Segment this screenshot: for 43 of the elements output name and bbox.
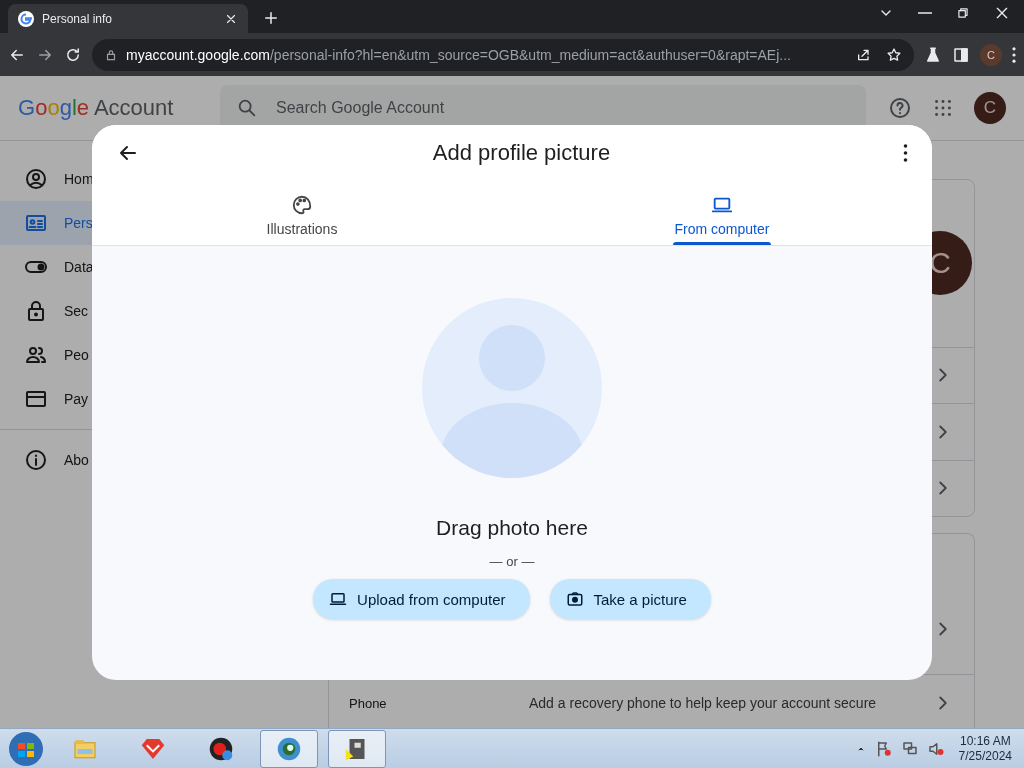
row-value: Add a recovery phone to help keep your account secure (529, 695, 878, 711)
sidebar-item[interactable]: Abo (0, 438, 280, 482)
account-avatar[interactable]: C (974, 92, 1006, 124)
more-vertical-icon[interactable] (1012, 46, 1016, 63)
info-icon (24, 448, 48, 472)
reload-icon (64, 45, 82, 64)
google-logo-icon (18, 10, 34, 27)
more-button[interactable] (903, 144, 908, 162)
sidebar-item[interactable]: Pay (0, 377, 280, 421)
restore-icon (956, 5, 970, 20)
drop-zone-text: Drag photo here (436, 516, 588, 540)
google-account-logo[interactable]: Google Account (18, 95, 198, 121)
account-circle-icon (24, 167, 48, 191)
sidebar-item[interactable]: Data (0, 245, 280, 289)
camera-icon (565, 590, 584, 608)
tab-title: Personal info (42, 11, 114, 26)
plus-icon (262, 9, 280, 27)
laptop-icon (329, 590, 348, 608)
help-icon (888, 96, 912, 120)
camera-button[interactable]: Take a picture (549, 579, 711, 619)
taskbar-app[interactable] (328, 729, 386, 768)
profile-avatar[interactable]: C (980, 43, 1002, 66)
sidebar-item[interactable]: Peo (0, 333, 280, 377)
sidebar-item[interactable]: Sec (0, 289, 280, 333)
apps-grid-icon (932, 97, 954, 119)
address-bar[interactable]: myaccount.google.com/personal-info?hl=en&utm_source=OGB&utm_medium=act&authuser=0&rapt=AEj... (92, 38, 914, 71)
browser-tab[interactable]: Personal info (8, 4, 248, 33)
row-label: Phone (349, 695, 388, 711)
url-text: myaccount.google.com/personal-info?hl=en&utm_source=OGB&utm_medium=act&authuser=0&rapt=AEj... (126, 46, 791, 63)
taskbar-app[interactable] (260, 729, 318, 768)
or-divider-text: — or — (489, 554, 535, 569)
minimize-icon[interactable] (918, 11, 932, 14)
lock-icon (104, 47, 118, 62)
search-icon (236, 97, 258, 119)
flask-icon (924, 45, 942, 64)
side-panel-icon (952, 45, 970, 64)
star-icon (886, 46, 902, 63)
clock[interactable]: 10:16 AM 7/25/2024 (952, 733, 1018, 764)
dialog-tab[interactable]: Illustrations (92, 181, 512, 245)
upload-button[interactable]: Upload from computer (313, 579, 530, 619)
dialog-title: Add profile picture (432, 140, 611, 166)
palette-icon (291, 194, 313, 216)
start-button[interactable] (6, 730, 46, 767)
